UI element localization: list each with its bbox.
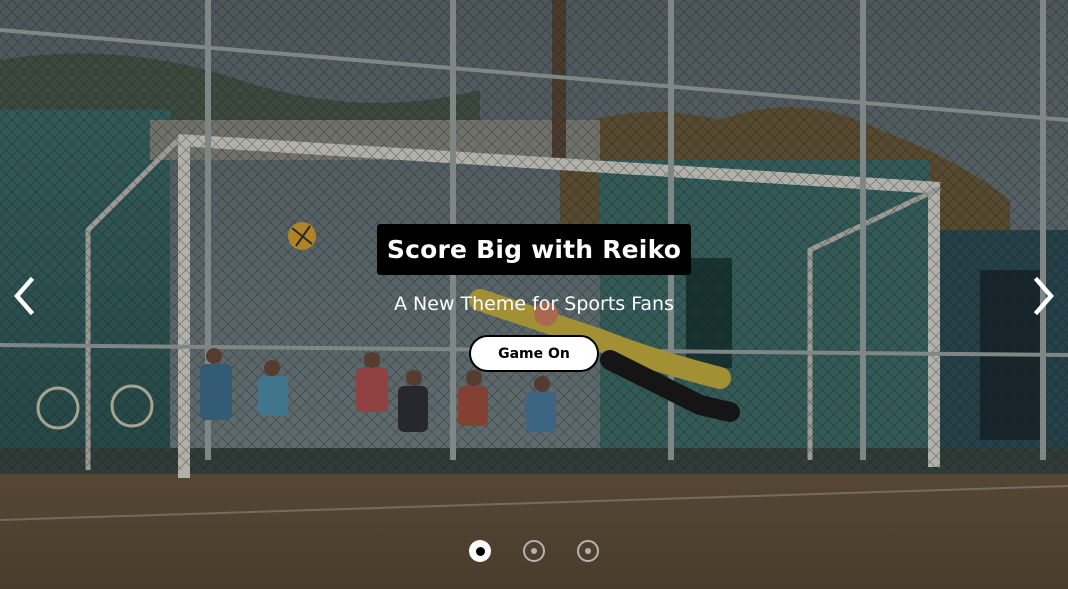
slide-title: Score Big with Reiko	[386, 235, 682, 264]
pagination-dot-1[interactable]	[469, 540, 491, 562]
pagination-dot-3[interactable]	[577, 540, 599, 562]
hero-slider: Score Big with Reiko A New Theme for Spo…	[0, 0, 1068, 589]
game-on-button[interactable]: Game On	[469, 335, 599, 372]
pagination-dot-2[interactable]	[523, 540, 545, 562]
slider-pagination	[469, 540, 599, 562]
slide-title-box: Score Big with Reiko	[377, 224, 691, 275]
slide-subtitle: A New Theme for Sports Fans	[394, 293, 674, 315]
